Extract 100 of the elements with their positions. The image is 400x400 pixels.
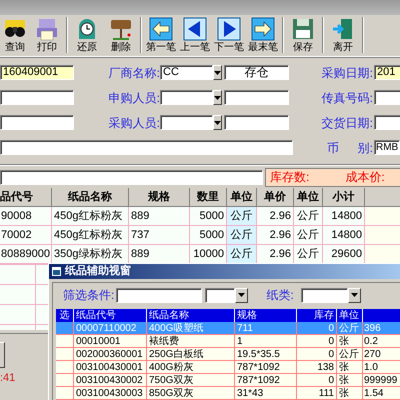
cost-label: 成本价: bbox=[345, 169, 385, 186]
row-selector-cell[interactable] bbox=[56, 387, 74, 400]
text-field[interactable]: 160409001 bbox=[0, 65, 74, 80]
toolbar-button[interactable]: 打印 bbox=[30, 15, 64, 55]
column-header[interactable]: 单位 bbox=[227, 188, 257, 207]
field-label: 采购日期: bbox=[320, 64, 373, 82]
row-selector-cell[interactable] bbox=[56, 348, 74, 361]
row-selector-cell[interactable] bbox=[56, 335, 74, 348]
text-field[interactable] bbox=[374, 115, 400, 130]
column-header[interactable]: 小计 bbox=[323, 188, 365, 207]
door-icon bbox=[331, 17, 355, 41]
column-header[interactable]: 纸品名称 bbox=[147, 309, 235, 322]
row-selector-cell[interactable] bbox=[56, 322, 74, 335]
combo-field[interactable]: CC bbox=[160, 65, 213, 80]
caret-icon bbox=[214, 120, 221, 124]
column-header[interactable]: 单价 bbox=[257, 188, 294, 207]
table-cell: 公斤 bbox=[337, 348, 363, 361]
table-cell: 0 bbox=[297, 322, 337, 335]
combo-field[interactable] bbox=[160, 115, 213, 130]
toolbar-button[interactable]: 下一笔 bbox=[212, 15, 246, 55]
table-cell: 90008 bbox=[0, 207, 52, 226]
text-field[interactable] bbox=[0, 140, 293, 155]
table-cell: 111 bbox=[297, 387, 337, 400]
text-field[interactable]: RMB bbox=[374, 140, 400, 155]
dropdown-button[interactable] bbox=[213, 115, 222, 130]
table-cell: 70002 bbox=[0, 226, 52, 245]
table-cell: 5000 bbox=[190, 226, 227, 245]
time-text: :41 bbox=[0, 371, 16, 386]
text-field[interactable] bbox=[0, 170, 263, 184]
table-cell: 公斤 bbox=[227, 207, 257, 226]
table-cell: 1.0 bbox=[363, 361, 400, 374]
column-header[interactable]: 单位 bbox=[337, 309, 363, 322]
dropdown-button[interactable] bbox=[348, 288, 361, 302]
text-field[interactable] bbox=[224, 90, 289, 105]
table-cell: 张 bbox=[337, 361, 363, 374]
table-cell: 14800 bbox=[323, 226, 365, 245]
field-label: 采购人员: bbox=[108, 114, 160, 132]
toolbar-button[interactable]: 上一笔 bbox=[178, 15, 212, 55]
field-label: 交货日期: bbox=[320, 114, 373, 132]
column-header[interactable]: 纸品名称 bbox=[52, 188, 129, 207]
row-selector-cell[interactable] bbox=[56, 374, 74, 387]
table-cell: 14800 bbox=[323, 207, 365, 226]
text-field[interactable]: 存仓 bbox=[224, 65, 289, 80]
toolbar-button[interactable]: 删除 bbox=[104, 15, 138, 55]
table-cell: 0.2 bbox=[363, 335, 400, 348]
column-header[interactable]: 规格 bbox=[235, 309, 297, 322]
filter-field[interactable] bbox=[116, 288, 202, 302]
toolbar-button[interactable]: 最末笔 bbox=[246, 15, 280, 55]
toolbar-button[interactable]: 第一笔 bbox=[144, 15, 178, 55]
table-cell: 31*43 bbox=[235, 387, 297, 400]
field-label: 申购人员: bbox=[108, 90, 160, 106]
dropdown-button[interactable] bbox=[213, 90, 222, 105]
table-cell: 400G吸塑纸 bbox=[147, 322, 235, 335]
table-cell: 0 bbox=[297, 374, 337, 387]
row-selector-cell[interactable] bbox=[56, 361, 74, 374]
column-header[interactable]: 品代号 bbox=[0, 188, 52, 207]
toolbar-button[interactable]: 查询 bbox=[0, 15, 30, 55]
table-cell: 公斤 bbox=[294, 207, 323, 226]
table-cell: 450g红标粉灰 bbox=[52, 207, 129, 226]
table-cell: 1 bbox=[235, 335, 297, 348]
column-header[interactable]: 单位 bbox=[294, 188, 323, 207]
window-icon bbox=[52, 267, 61, 276]
toolbar-button[interactable]: 保存 bbox=[286, 15, 320, 55]
text-field[interactable] bbox=[0, 90, 74, 105]
column-header[interactable]: 数里 bbox=[190, 188, 227, 207]
text-field[interactable] bbox=[0, 115, 74, 130]
table-cell: 2.96 bbox=[257, 207, 294, 226]
text-field[interactable] bbox=[374, 90, 400, 105]
field-label: 币 bbox=[327, 140, 339, 156]
table-cell bbox=[365, 226, 400, 245]
table-cell: 2.96 bbox=[257, 245, 294, 264]
combo-field[interactable] bbox=[300, 288, 348, 302]
dropdown-button[interactable] bbox=[213, 65, 222, 80]
text-field[interactable]: 201 bbox=[374, 65, 400, 80]
table-cell: 003100430003 bbox=[74, 387, 147, 400]
table-cell: 400G粉灰 bbox=[147, 361, 235, 374]
table-cell: 250G白板纸 bbox=[147, 348, 235, 361]
text-field[interactable] bbox=[224, 115, 289, 130]
column-header[interactable]: 库存 bbox=[297, 309, 337, 322]
table-cell: 450g红标粉灰 bbox=[52, 226, 129, 245]
table-cell: 00010001 bbox=[74, 335, 147, 348]
table-cell: 公斤 bbox=[294, 245, 323, 264]
table-cell: 750G双灰 bbox=[147, 374, 235, 387]
toolbar-button[interactable]: 离开 bbox=[326, 15, 360, 55]
column-header[interactable]: 选 bbox=[56, 309, 74, 322]
table-cell: 0 bbox=[297, 335, 337, 348]
dropdown-button[interactable] bbox=[235, 288, 248, 302]
table-cell: 公斤 bbox=[227, 245, 257, 264]
toolbar-button[interactable]: 还原 bbox=[70, 15, 104, 55]
combo-field[interactable] bbox=[160, 90, 213, 105]
column-header[interactable]: 规格 bbox=[129, 188, 190, 207]
table-cell: 350g绿标粉灰 bbox=[52, 245, 129, 264]
combo-field[interactable] bbox=[205, 288, 236, 302]
column-header[interactable]: 纸品代号 bbox=[74, 309, 147, 322]
table-cell: 002000360001 bbox=[74, 348, 147, 361]
table-cell: 003100430002 bbox=[74, 374, 147, 387]
table-cell: 19.5*35.5 bbox=[235, 348, 297, 361]
table-cell: 889 bbox=[129, 207, 190, 226]
table-cell: 787*1092 bbox=[235, 361, 297, 374]
table-cell: 787*1092 bbox=[235, 374, 297, 387]
